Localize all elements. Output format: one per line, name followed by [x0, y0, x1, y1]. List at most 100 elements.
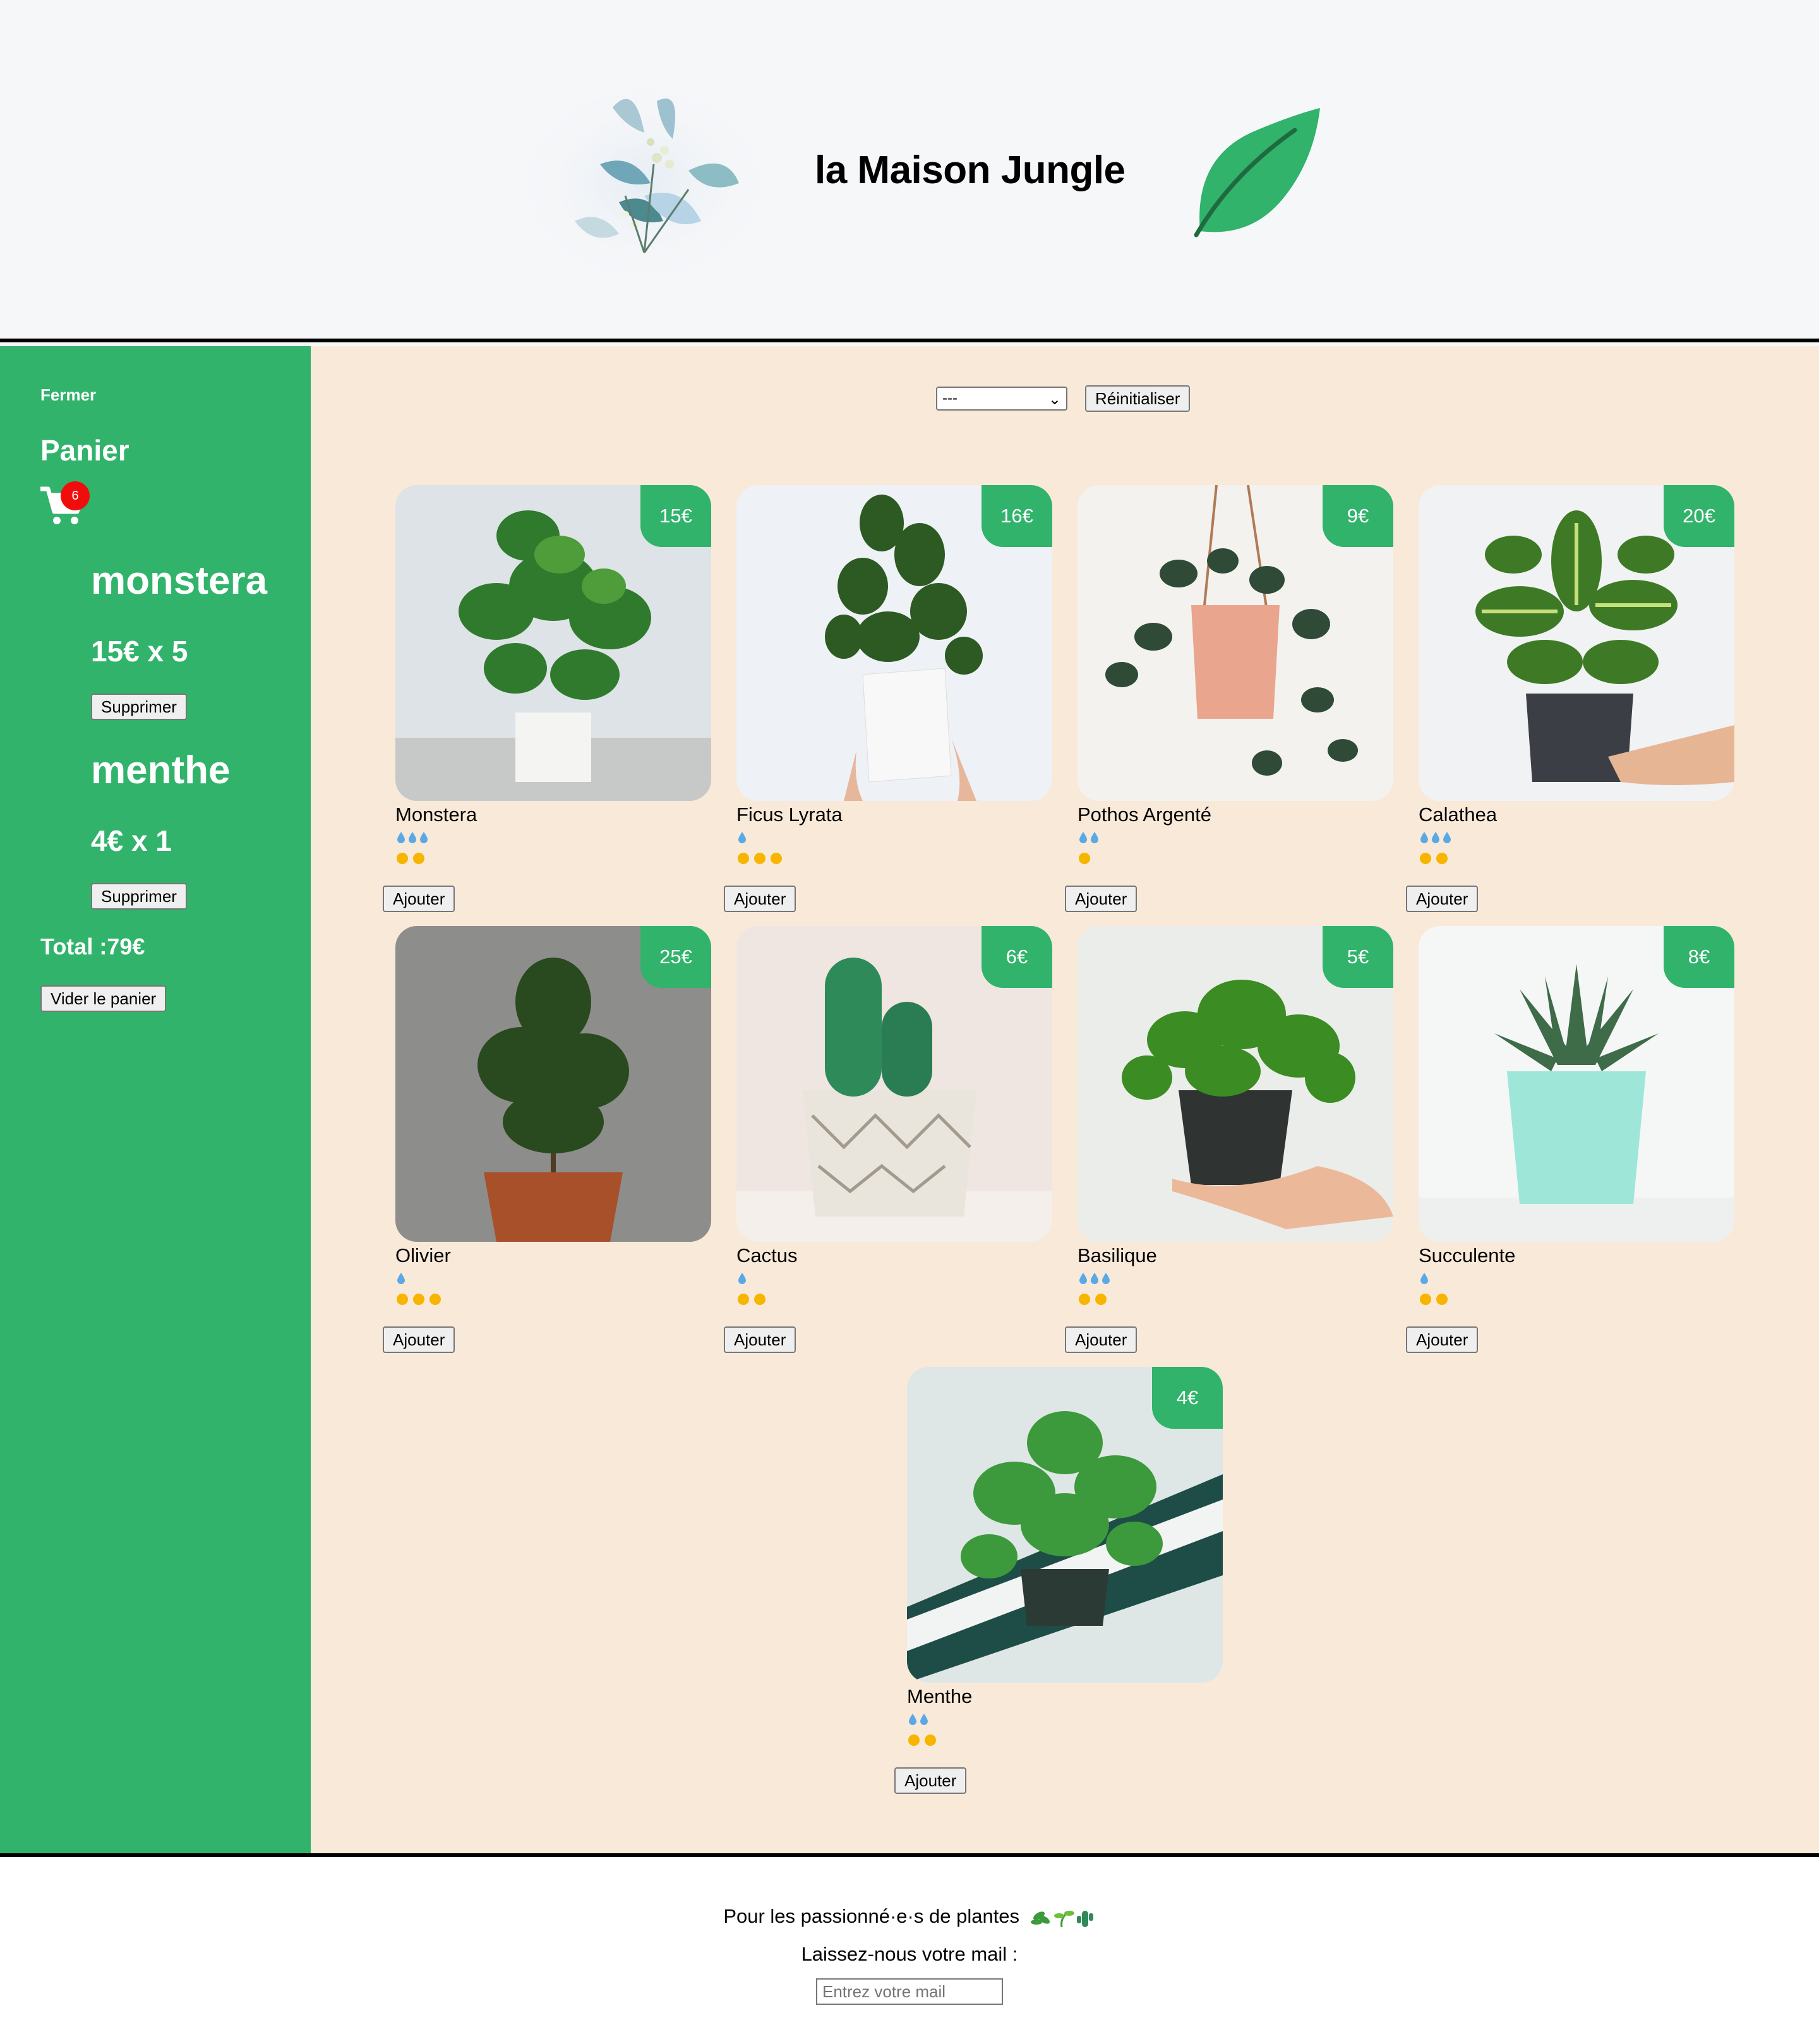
plant-name: Basilique [1078, 1244, 1157, 1266]
add-to-cart-button[interactable]: Ajouter [1065, 886, 1138, 912]
category-select-value: --- [942, 390, 958, 407]
plant-name: Ficus Lyrata [736, 803, 843, 826]
price-tag: 15€ [640, 485, 711, 547]
sun-icon [397, 1294, 408, 1305]
sun-icon [908, 1734, 920, 1746]
water-level [1079, 1272, 1110, 1285]
remove-item-button[interactable]: Supprimer [91, 883, 187, 910]
plant-name: Calathea [1419, 803, 1498, 826]
cart-item-price: 4€ x 1 [91, 824, 172, 857]
price-tag: 5€ [1323, 926, 1393, 988]
cart-total: Total :79€ [40, 934, 145, 959]
add-to-cart-button[interactable]: Ajouter [383, 886, 455, 912]
water-level [908, 1713, 928, 1726]
cart-count-badge: 6 [61, 481, 90, 510]
close-cart-button[interactable]: Fermer [40, 385, 96, 405]
light-level [397, 853, 427, 864]
price-tag: 9€ [1323, 485, 1393, 547]
plant-name: Olivier [395, 1244, 451, 1266]
bouquet-image [502, 69, 786, 297]
water-drop-icon [397, 832, 405, 843]
remove-item-button[interactable]: Supprimer [91, 694, 187, 720]
light-level [397, 1294, 443, 1305]
plant-name: Pothos Argenté [1078, 803, 1211, 826]
water-drop-icon [909, 1714, 916, 1725]
sun-icon [1079, 853, 1090, 864]
add-to-cart-button[interactable]: Ajouter [1406, 1326, 1479, 1353]
email-input[interactable] [816, 1978, 1003, 2005]
sun-icon [738, 853, 749, 864]
chevron-down-icon: ⌄ [1048, 391, 1061, 408]
cart-item-name: monstera [91, 559, 268, 603]
water-level [738, 831, 747, 844]
sun-icon [771, 853, 782, 864]
sun-icon [413, 1294, 424, 1305]
price-tag: 20€ [1664, 485, 1734, 547]
sun-icon [1436, 1294, 1448, 1305]
mail-label: Laissez-nous votre mail : [801, 1943, 1018, 1965]
water-level [1079, 831, 1099, 844]
reset-filter-button[interactable]: Réinitialiser [1085, 385, 1191, 412]
plant-name: Cactus [736, 1244, 798, 1266]
light-level [1420, 1294, 1450, 1305]
water-drop-icon [1079, 1273, 1087, 1284]
water-drop-icon [738, 1273, 746, 1284]
add-to-cart-button[interactable]: Ajouter [383, 1326, 455, 1353]
water-drop-icon [920, 1714, 928, 1725]
price-tag: 16€ [982, 485, 1052, 547]
sun-icon [925, 1734, 936, 1746]
water-drop-icon [1079, 832, 1087, 843]
light-level [1079, 853, 1093, 864]
water-drop-icon [420, 832, 428, 843]
light-level [908, 1734, 939, 1746]
add-to-cart-button[interactable]: Ajouter [724, 886, 796, 912]
sun-icon [1420, 1294, 1431, 1305]
site-header: la Maison Jungle [0, 0, 1819, 342]
water-drop-icon [1091, 832, 1098, 843]
price-tag: 4€ [1152, 1367, 1223, 1429]
light-level [738, 1294, 768, 1305]
add-to-cart-button[interactable]: Ajouter [1406, 886, 1479, 912]
water-level [397, 1272, 405, 1285]
add-to-cart-button[interactable]: Ajouter [894, 1767, 967, 1794]
cart-item-name: menthe [91, 748, 231, 792]
cart-sidebar: Fermer Panier 6 monstera 15€ x 5 Supprim… [0, 346, 311, 1857]
cart-item-price: 15€ x 5 [91, 635, 188, 668]
footer-slogan-text: Pour les passionné·e·s de plantes [723, 1905, 1020, 1927]
footer-slogan: Pour les passionné·e·s de plantes [0, 1905, 1819, 1928]
water-drop-icon [1102, 1273, 1110, 1284]
category-select[interactable]: --- ⌄ [936, 387, 1067, 411]
plant-name: Succulente [1419, 1244, 1516, 1266]
price-tag: 6€ [982, 926, 1052, 988]
sun-icon [429, 1294, 441, 1305]
water-drop-icon [397, 1273, 405, 1284]
sun-icon [1436, 853, 1448, 864]
clear-cart-button[interactable]: Vider le panier [40, 985, 167, 1012]
sun-icon [413, 853, 424, 864]
sun-icon [754, 853, 765, 864]
water-drop-icon [409, 832, 416, 843]
water-level [397, 831, 428, 844]
site-footer: Pour les passionné·e·s de plantes Laisse… [0, 1853, 1819, 2044]
plants-emoji-icon [1030, 1910, 1093, 1928]
sun-icon [1420, 853, 1431, 864]
water-drop-icon [1091, 1273, 1098, 1284]
add-to-cart-button[interactable]: Ajouter [724, 1326, 796, 1353]
water-level [1420, 1272, 1429, 1285]
water-drop-icon [1432, 832, 1439, 843]
site-title: la Maison Jungle [815, 148, 1126, 192]
water-drop-icon [1443, 832, 1451, 843]
plant-catalog: --- ⌄ Réinitialiser 15€ Monstera Ajouter… [311, 346, 1819, 1857]
sun-icon [397, 853, 408, 864]
sun-icon [738, 1294, 749, 1305]
water-level [1420, 831, 1451, 844]
cart-title: Panier [40, 434, 129, 467]
sun-icon [754, 1294, 765, 1305]
light-level [738, 853, 784, 864]
add-to-cart-button[interactable]: Ajouter [1065, 1326, 1138, 1353]
plant-name: Menthe [907, 1685, 973, 1707]
plant-name: Monstera [395, 803, 477, 826]
sun-icon [1079, 1294, 1090, 1305]
price-tag: 25€ [640, 926, 711, 988]
sun-icon [1095, 1294, 1107, 1305]
